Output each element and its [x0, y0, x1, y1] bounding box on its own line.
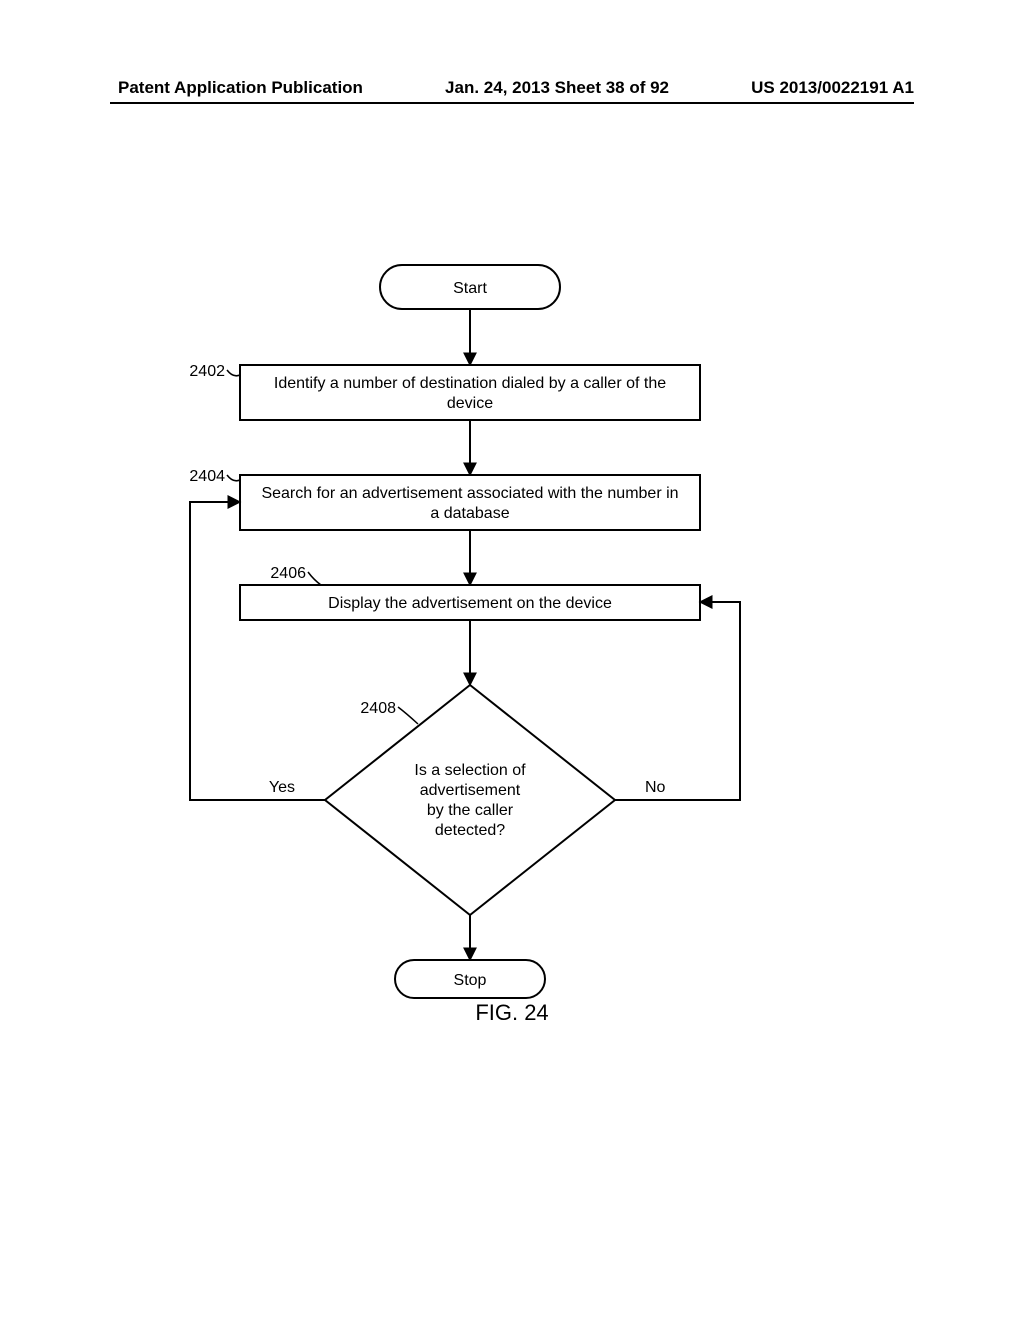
header-right: US 2013/0022191 A1: [751, 78, 1024, 98]
dec-line3: by the caller: [427, 802, 514, 819]
ref-2402: 2402: [189, 363, 225, 380]
step-2404-line1: Search for an advertisement associated w…: [261, 485, 678, 502]
flowchart: Start Identify a number of destination d…: [0, 120, 1024, 1220]
ref-2408-tail: [398, 707, 418, 724]
ref-2402-tail: [227, 370, 240, 376]
start-node: Start: [380, 265, 560, 309]
arrow-yes: [190, 502, 325, 800]
figure-label: FIG. 24: [0, 1000, 1024, 1026]
header-rule: [110, 102, 914, 104]
ref-2406-tail: [308, 572, 321, 585]
arrow-no: [615, 602, 740, 800]
branch-yes-label: Yes: [269, 779, 295, 796]
dec-line2: advertisement: [420, 782, 521, 799]
decision-2408: Is a selection of advertisement by the c…: [325, 685, 615, 915]
branch-no-label: No: [645, 779, 666, 796]
start-label: Start: [453, 280, 487, 297]
dec-line1: Is a selection of: [414, 762, 526, 779]
header-mid: Jan. 24, 2013 Sheet 38 of 92: [445, 78, 669, 98]
page-header: Patent Application Publication Jan. 24, …: [0, 78, 1024, 98]
dec-line4: detected?: [435, 822, 505, 839]
step-2402: Identify a number of destination dialed …: [240, 365, 700, 420]
step-2402-line2: device: [447, 395, 493, 412]
step-2404-line2: a database: [430, 505, 509, 522]
step-2402-line1: Identify a number of destination dialed …: [274, 375, 666, 392]
ref-2404-tail: [227, 475, 240, 481]
ref-2406: 2406: [270, 565, 306, 582]
stop-label: Stop: [454, 972, 487, 989]
ref-2404: 2404: [189, 468, 225, 485]
header-left: Patent Application Publication: [0, 78, 363, 98]
stop-node: Stop: [395, 960, 545, 998]
ref-2408: 2408: [360, 700, 396, 717]
step-2406-line1: Display the advertisement on the device: [328, 595, 612, 612]
step-2404: Search for an advertisement associated w…: [240, 475, 700, 530]
step-2406: Display the advertisement on the device: [240, 585, 700, 620]
